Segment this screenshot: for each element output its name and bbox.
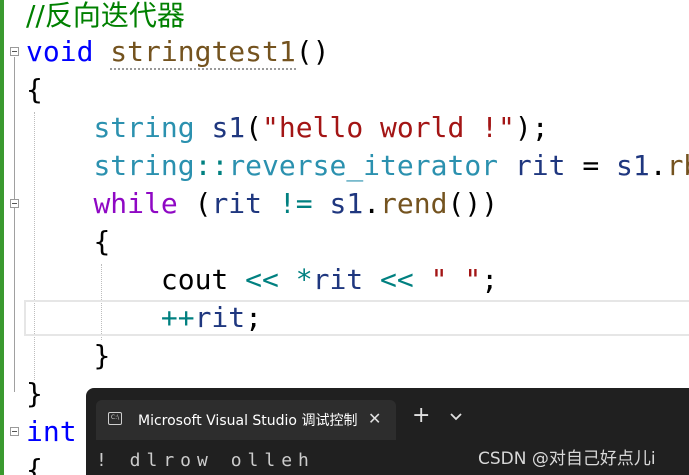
console-tab[interactable]: C:\ Microsoft Visual Studio 调试控制台 ✕ bbox=[96, 400, 396, 440]
watermark: CSDN @对自己好点儿i bbox=[478, 449, 656, 469]
paren-open: ( bbox=[177, 187, 212, 220]
brace: } bbox=[93, 339, 111, 372]
console-tab-title: Microsoft Visual Studio 调试控制台 bbox=[138, 413, 358, 429]
scope-op: :: bbox=[194, 149, 229, 182]
parens-close: ()) bbox=[447, 187, 499, 220]
code-line-partial: { bbox=[26, 453, 43, 475]
new-tab-button[interactable]: + bbox=[412, 405, 430, 427]
close-icon[interactable]: ✕ bbox=[368, 409, 381, 428]
code-line-iterator-decl: string::reverse_iterator rit = s1.rb bbox=[26, 147, 689, 185]
brace: { bbox=[93, 225, 111, 258]
stream-op: << bbox=[228, 263, 296, 296]
variable-s1: s1 bbox=[211, 111, 246, 144]
console-window-icon: C:\ bbox=[108, 412, 122, 425]
deref-op: * bbox=[295, 263, 313, 296]
code-line-while: while (rit != s1.rend()) bbox=[26, 185, 498, 223]
function-rend: rend bbox=[380, 187, 448, 220]
semicolon: ; bbox=[481, 263, 499, 296]
variable-rit: rit bbox=[194, 301, 246, 334]
function-name[interactable]: stringtest1 bbox=[110, 35, 296, 70]
code-line-inner-open: { bbox=[26, 223, 110, 261]
type-reverse-iterator: reverse_iterator bbox=[228, 149, 499, 182]
code-line-close-brace: } bbox=[26, 377, 43, 410]
semicolon: ; bbox=[245, 301, 263, 334]
code-line-function-signature: void stringtest1() bbox=[26, 33, 329, 71]
type-string: string bbox=[93, 111, 195, 144]
string-literal: "hello world !" bbox=[262, 111, 515, 144]
not-equal-op: != bbox=[262, 187, 330, 220]
function-rbegin: rb bbox=[666, 149, 689, 182]
variable-rit: rit bbox=[514, 149, 566, 182]
keyword-while: while bbox=[93, 187, 178, 220]
keyword-void: void bbox=[26, 35, 94, 68]
variable-s1: s1 bbox=[329, 187, 364, 220]
code-line-string-decl: string s1("hello world !"); bbox=[26, 109, 549, 147]
code-line-int: int bbox=[26, 415, 77, 448]
variable-rit: rit bbox=[312, 263, 364, 296]
type-string: string bbox=[93, 149, 195, 182]
parens: () bbox=[295, 35, 330, 68]
variable-rit: rit bbox=[211, 187, 263, 220]
code-line-increment: ++rit; bbox=[26, 299, 262, 337]
fold-line bbox=[14, 57, 15, 392]
assign-op: = bbox=[565, 149, 617, 182]
variable-s1: s1 bbox=[616, 149, 650, 182]
fold-toggle-icon[interactable] bbox=[10, 199, 19, 208]
increment-op: ++ bbox=[160, 301, 195, 334]
string-literal: " " bbox=[430, 263, 482, 296]
fold-toggle-icon[interactable] bbox=[10, 427, 19, 436]
dot: . bbox=[649, 149, 667, 182]
dot: . bbox=[363, 187, 381, 220]
fold-toggle-icon[interactable] bbox=[10, 47, 19, 56]
chevron-down-icon[interactable] bbox=[448, 410, 464, 424]
change-indicator-bar bbox=[0, 0, 4, 475]
paren-close: ); bbox=[514, 111, 549, 144]
stream-op: << bbox=[363, 263, 431, 296]
console-output: ! dlrow olleh bbox=[96, 450, 315, 471]
identifier-cout: cout bbox=[160, 263, 229, 296]
code-line-inner-close: } bbox=[26, 337, 110, 375]
code-line-cout: cout << *rit << " "; bbox=[26, 261, 498, 299]
code-line-open-brace: { bbox=[26, 73, 43, 106]
paren-open: ( bbox=[245, 111, 263, 144]
code-comment: //反向迭代器 bbox=[26, 0, 185, 32]
